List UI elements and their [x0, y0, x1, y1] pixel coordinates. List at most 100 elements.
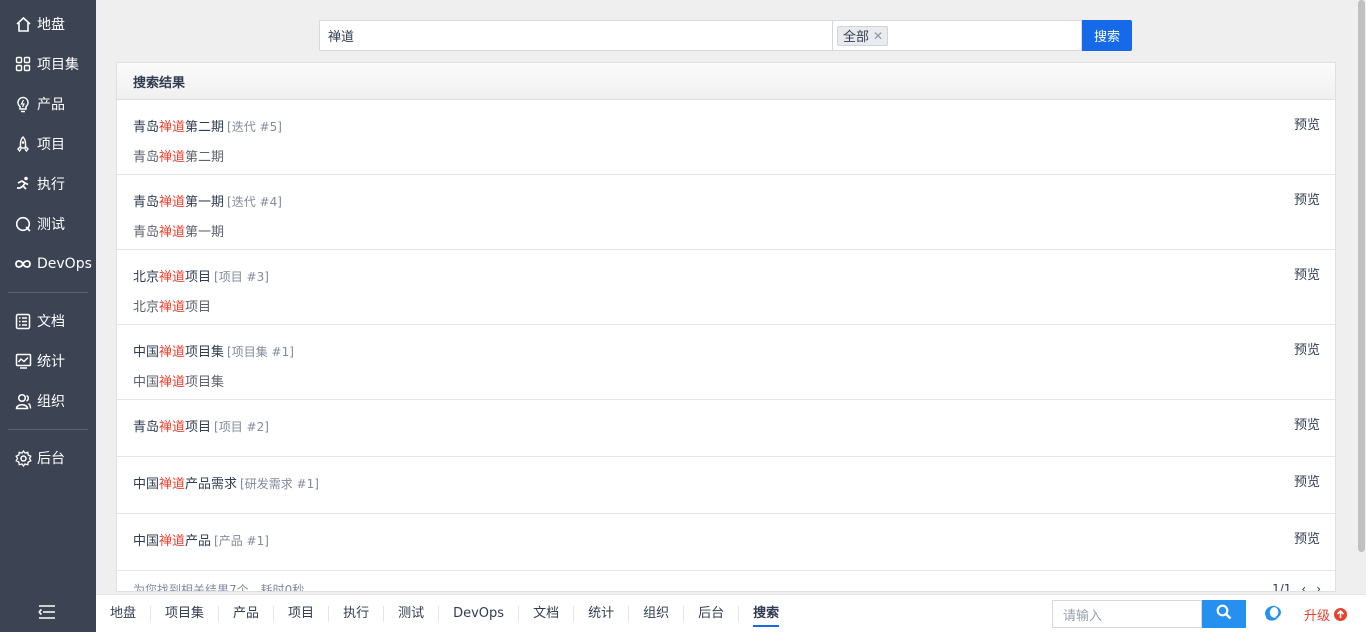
title-highlight: 禅道 [159, 270, 186, 285]
preview-link[interactable]: 预览 [1294, 339, 1320, 358]
preview-link[interactable]: 预览 [1294, 264, 1320, 283]
summary-text: 项目 [185, 300, 212, 315]
sidebar-item-label: 文档 [37, 314, 65, 330]
global-search-button[interactable] [1202, 600, 1246, 628]
chevron-right-icon[interactable]: › [1316, 582, 1321, 591]
scrollbar-thumb[interactable] [1358, 0, 1365, 552]
bottom-nav-item[interactable]: 统计 [574, 606, 630, 622]
bottom-nav-item[interactable]: 项目集 [151, 606, 220, 622]
result-type-tag: [研发需求 #1] [240, 477, 319, 491]
bottom-nav: 地盘 项目集 产品 项目 执行 测试 DevOps 文档 统计 组织 后台 搜索 [96, 595, 793, 632]
sidebar-item-admin[interactable]: 后台 [0, 438, 96, 478]
title-text: 产品 [185, 534, 212, 549]
search-button[interactable]: 搜索 [1082, 20, 1132, 51]
sidebar-item-doc[interactable]: 文档 [0, 301, 96, 341]
result-title[interactable]: 北京禅道项目 [项目 #3] [133, 266, 269, 285]
search-input[interactable]: 禅道 [319, 20, 833, 51]
sidebar-item-product[interactable]: 产品 [0, 84, 96, 124]
title-text: 产品需求 [185, 477, 238, 492]
preview-link[interactable]: 预览 [1294, 189, 1320, 208]
preview-link[interactable]: 预览 [1294, 114, 1320, 133]
chart-icon [14, 352, 32, 370]
sidebar-item-org[interactable]: 组织 [0, 381, 96, 421]
sidebar-item-execution[interactable]: 执行 [0, 164, 96, 204]
sidebar-item-stats[interactable]: 统计 [0, 341, 96, 381]
result-title[interactable]: 中国禅道项目集 [项目集 #1] [133, 341, 294, 360]
people-icon [14, 392, 32, 410]
result-title[interactable]: 青岛禅道第二期 [迭代 #5] [133, 116, 282, 135]
title-text: 青岛 [133, 420, 160, 435]
bottom-nav-item-active[interactable]: 搜索 [739, 606, 793, 627]
result-summary: 北京禅道项目 [133, 296, 211, 315]
close-icon[interactable]: ✕ [873, 29, 883, 43]
global-search-input[interactable]: 请输入 [1052, 600, 1202, 628]
sidebar-item-label: 组织 [37, 394, 65, 410]
result-type-tag: [迭代 #5] [227, 120, 282, 134]
bottom-nav-item[interactable]: 地盘 [96, 606, 152, 622]
title-text: 北京 [133, 270, 160, 285]
bottom-bar: 地盘 项目集 产品 项目 执行 测试 DevOps 文档 统计 组织 后台 搜索… [96, 594, 1366, 632]
title-text: 中国 [133, 477, 160, 492]
result-title[interactable]: 青岛禅道项目 [项目 #2] [133, 416, 269, 435]
preview-link[interactable]: 预览 [1294, 471, 1320, 490]
pager: 1/1 ‹ › [1272, 582, 1321, 592]
title-text: 中国 [133, 534, 160, 549]
rocket-icon [14, 135, 32, 153]
sidebar-item-label: 地盘 [37, 17, 65, 33]
list-item: 中国禅道项目集 [项目集 #1] 中国禅道项目集 预览 [117, 325, 1335, 400]
summary-highlight: 禅道 [159, 150, 186, 165]
summary-text: 中国 [133, 375, 160, 390]
title-highlight: 禅道 [159, 345, 186, 360]
title-text: 项目 [185, 270, 212, 285]
page-scrollbar[interactable] [1356, 0, 1366, 594]
arrow-up-icon [1334, 608, 1348, 621]
bottom-nav-item[interactable]: 组织 [629, 606, 685, 622]
sidebar-item-label: 项目集 [37, 57, 79, 73]
sidebar-item-dashboard[interactable]: 地盘 [0, 4, 96, 44]
sidebar-item-program[interactable]: 项目集 [0, 44, 96, 84]
list-item: 北京禅道项目 [项目 #3] 北京禅道项目 预览 [117, 250, 1335, 325]
sidebar-item-label: 后台 [37, 451, 65, 467]
list-item: 青岛禅道第二期 [迭代 #5] 青岛禅道第二期 预览 [117, 100, 1335, 175]
result-type-tag: [项目集 #1] [227, 345, 294, 359]
search-scope-select[interactable]: 全部 ✕ [833, 20, 1082, 51]
search-input-value: 禅道 [328, 30, 355, 45]
results-count-text: 为您找到相关结果7个，耗时0秒 [133, 582, 305, 592]
result-summary: 青岛禅道第一期 [133, 221, 224, 240]
preview-link[interactable]: 预览 [1294, 414, 1320, 433]
result-title[interactable]: 中国禅道产品需求 [研发需求 #1] [133, 473, 319, 492]
title-text: 项目集 [185, 345, 225, 360]
result-title[interactable]: 中国禅道产品 [产品 #1] [133, 530, 269, 549]
result-summary: 中国禅道项目集 [133, 371, 224, 390]
sidebar-item-devops[interactable]: DevOps [0, 244, 96, 284]
results-footer: 为您找到相关结果7个，耗时0秒 1/1 ‹ › [117, 579, 1335, 592]
result-summary: 青岛禅道第二期 [133, 146, 224, 165]
scope-tag[interactable]: 全部 ✕ [837, 25, 889, 46]
result-title[interactable]: 青岛禅道第一期 [迭代 #4] [133, 191, 282, 210]
sidebar-item-test[interactable]: 测试 [0, 204, 96, 244]
run-icon [14, 175, 32, 193]
result-type-tag: [迭代 #4] [227, 195, 282, 209]
bottom-nav-item[interactable]: DevOps [439, 606, 520, 622]
bottom-nav-item[interactable]: 文档 [519, 606, 575, 622]
title-text: 第二期 [185, 120, 225, 135]
list-item: 中国禅道产品需求 [研发需求 #1] 预览 [117, 457, 1335, 514]
panel-title: 搜索结果 [117, 63, 1335, 100]
sidebar-item-project[interactable]: 项目 [0, 124, 96, 164]
bottom-nav-item[interactable]: 后台 [684, 606, 740, 622]
bottom-nav-item[interactable]: 测试 [384, 606, 440, 622]
menu-toggle-icon[interactable] [38, 604, 56, 620]
summary-text: 北京 [133, 300, 160, 315]
bottom-nav-item[interactable]: 执行 [329, 606, 385, 622]
results-panel: 搜索结果 青岛禅道第二期 [迭代 #5] 青岛禅道第二期 预览 青岛禅道第一期 [迭… [116, 62, 1336, 592]
bottom-nav-item[interactable]: 项目 [274, 606, 330, 622]
gear-icon [14, 449, 32, 467]
chevron-left-icon[interactable]: ‹ [1301, 582, 1306, 591]
zentao-logo-icon[interactable] [1260, 601, 1286, 627]
preview-link[interactable]: 预览 [1294, 528, 1320, 547]
bottom-nav-item[interactable]: 产品 [219, 606, 275, 622]
pager-text: 1/1 [1272, 582, 1292, 592]
summary-highlight: 禅道 [159, 225, 186, 240]
upgrade-link[interactable]: 升级 [1304, 605, 1348, 624]
title-text: 项目 [185, 420, 212, 435]
